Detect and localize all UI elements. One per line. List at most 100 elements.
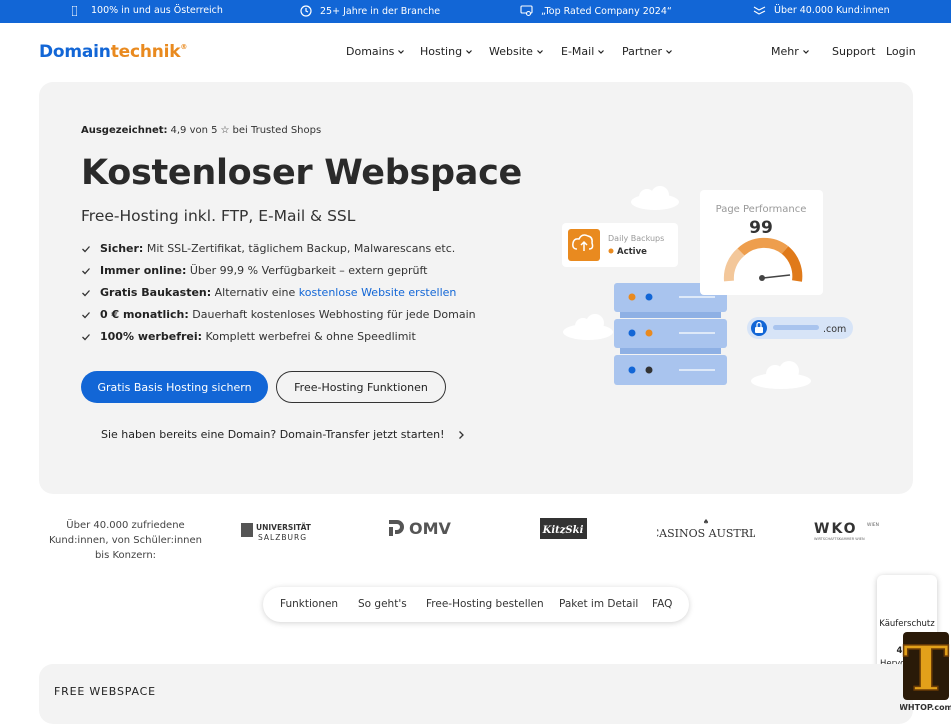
award-icon xyxy=(520,5,533,17)
feature-bold: 100% werbefrei: xyxy=(100,330,203,343)
nav-partner[interactable]: Partner xyxy=(622,45,673,58)
nav-more[interactable]: Mehr xyxy=(771,45,810,58)
logo-uni-line1: UNIVERSITÄT xyxy=(256,523,312,532)
site-header: Domaintechnik® Domains Hosting Website E… xyxy=(0,23,951,81)
users-icon xyxy=(753,6,766,15)
topbar-text-award: „Top Rated Company 2024“ xyxy=(541,5,672,17)
feature-desc: Mit SSL-Zertifikat, täglichem Backup, Ma… xyxy=(143,242,456,255)
hosting-features-button[interactable]: Free-Hosting Funktionen xyxy=(276,371,446,403)
check-icon xyxy=(82,333,90,340)
trusted-shops-rating[interactable]: Ausgezeichnet: 4,9 von 5 ☆ bei Trusted S… xyxy=(81,125,321,136)
page-title: Kostenloser Webspace xyxy=(81,153,522,193)
feature-bold: Immer online: xyxy=(100,264,187,277)
free-hosting-cta-button[interactable]: Gratis Basis Hosting sichern xyxy=(81,371,268,403)
chevron-right-icon xyxy=(458,430,464,439)
lock-icon xyxy=(755,327,763,333)
cloud-icon xyxy=(563,314,613,340)
nav-login-label: Login xyxy=(886,45,916,58)
clock-icon xyxy=(300,5,312,17)
subnav-functions[interactable]: Funktionen xyxy=(280,598,338,610)
logo-uni-line2: SALZBURG xyxy=(258,533,307,542)
subnav-how-it-works[interactable]: So geht's xyxy=(358,598,407,610)
nav-support[interactable]: Support xyxy=(832,45,875,58)
university-salzburg-logo: UNIVERSITÄT SALZBURG xyxy=(241,523,312,542)
free-webspace-section: FREE WEBSPACE xyxy=(39,664,913,724)
subnav-order[interactable]: Free-Hosting bestellen xyxy=(426,598,544,610)
domain-transfer-link[interactable]: Sie haben bereits eine Domain? Domain-Tr… xyxy=(101,428,465,441)
performance-score: 99 xyxy=(749,218,773,238)
domain-tld: .com xyxy=(823,324,846,335)
chevron-down-icon xyxy=(466,49,472,54)
check-icon xyxy=(82,289,90,296)
nav-domains[interactable]: Domains xyxy=(346,45,405,58)
server-stack-icon xyxy=(614,283,727,385)
feature-item: Gratis Baukasten: Alternativ eine kosten… xyxy=(81,286,456,299)
topbar-item-customers: Über 40.000 Kund:innen xyxy=(753,5,890,16)
backup-label: Daily Backups xyxy=(608,234,664,243)
daily-backups-card: Daily Backups Active xyxy=(562,223,678,267)
feature-item: 0 € monatlich: Dauerhaft kostenloses Web… xyxy=(81,308,476,321)
chevron-down-icon xyxy=(598,49,605,54)
nav-website[interactable]: Website xyxy=(489,45,544,58)
topbar-item-award: „Top Rated Company 2024“ xyxy=(520,5,672,17)
page-subtitle: Free-Hosting inkl. FTP, E-Mail & SSL xyxy=(81,207,356,225)
cloud-icon xyxy=(751,361,811,389)
topbar-item-austria: 100% in und aus Österreich xyxy=(72,5,223,16)
nav-email[interactable]: E-Mail xyxy=(561,45,605,58)
logo-wko-subtitle: WIRTSCHAFTSKAMMER WIEN xyxy=(814,537,865,541)
logo-wko-small: WIEN xyxy=(867,522,879,528)
subnav-faq[interactable]: FAQ xyxy=(652,598,672,610)
kitzski-logo: KitzSki xyxy=(540,518,587,539)
feature-item: Immer online: Über 99,9 % Verfügbarkeit … xyxy=(81,264,427,277)
domain-transfer-text: Sie haben bereits eine Domain? Domain-Tr… xyxy=(101,428,445,441)
feature-bold: 0 € monatlich: xyxy=(100,308,189,321)
rating-value: 4,9 von 5 xyxy=(170,125,218,136)
star-icon: ☆ xyxy=(220,125,230,136)
chevron-down-icon xyxy=(536,49,543,54)
chevron-down-icon xyxy=(666,49,672,54)
logo-kitzski-text: KitzSki xyxy=(542,525,584,536)
rating-label: Ausgezeichnet: xyxy=(81,125,168,136)
topbar-text-customers: Über 40.000 Kund:innen xyxy=(774,5,890,16)
nav-hosting[interactable]: Hosting xyxy=(420,45,473,58)
subnav-package-details[interactable]: Paket im Detail xyxy=(559,598,638,610)
domaintechnik-logo[interactable]: Domaintechnik® xyxy=(39,42,187,62)
check-icon xyxy=(82,245,90,252)
check-icon xyxy=(82,311,90,318)
page-performance-card: Page Performance 99 xyxy=(700,190,823,295)
topbar-text-austria: 100% in und aus Österreich xyxy=(91,5,223,16)
feature-desc: Alternativ eine xyxy=(211,286,299,299)
chevron-down-icon xyxy=(398,49,405,54)
nav-login[interactable]: Login xyxy=(886,45,916,58)
nav-partner-label: Partner xyxy=(622,45,662,58)
nav-email-label: E-Mail xyxy=(561,45,595,58)
casinos-austria-logo: ♠ CASINOS AUSTRIA xyxy=(657,518,755,540)
nav-domains-label: Domains xyxy=(346,45,395,58)
feature-item: 100% werbefrei: Komplett werbefrei & ohn… xyxy=(81,330,416,343)
clients-intro: Über 40.000 zufriedene Kund:innen, von S… xyxy=(48,520,202,561)
logo-wko-text: WKO xyxy=(814,521,858,537)
domain-pill: .com xyxy=(747,317,853,339)
chevron-down-icon xyxy=(802,49,809,54)
feature-text: Sicher: Mit SSL-Zertifikat, täglichem Ba… xyxy=(100,242,455,255)
section-navigation: Funktionen So geht's Free-Hosting bestel… xyxy=(263,587,689,622)
omv-logo: OMV xyxy=(389,519,452,538)
section-heading: FREE WEBSPACE xyxy=(54,685,156,698)
logo-text-domain: Domain xyxy=(39,42,111,62)
logo-registered-mark: ® xyxy=(180,43,188,51)
svg-text:♠: ♠ xyxy=(703,518,709,526)
cloud-icon xyxy=(631,186,679,210)
feature-text: Gratis Baukasten: Alternativ eine kosten… xyxy=(100,286,456,299)
nav-support-label: Support xyxy=(832,45,876,58)
feature-desc: Über 99,9 % Verfügbarkeit – extern geprü… xyxy=(186,264,428,277)
nav-more-label: Mehr xyxy=(771,45,799,58)
logo-casinos-text: CASINOS AUSTRIA xyxy=(657,527,755,540)
rating-source: bei Trusted Shops xyxy=(232,125,322,136)
website-builder-link[interactable]: kostenlose Website erstellen xyxy=(299,286,457,299)
wko-logo: WKO WIEN WIRTSCHAFTSKAMMER WIEN xyxy=(814,521,879,541)
nav-website-label: Website xyxy=(489,45,533,58)
feature-text: 0 € monatlich: Dauerhaft kostenloses Web… xyxy=(100,308,476,321)
whtop-watermark-logo: T WHTOP.com xyxy=(900,631,951,712)
hosting-illustration: Daily Backups Active Page Performance 99… xyxy=(562,186,853,389)
feature-bold: Sicher: xyxy=(100,242,144,255)
